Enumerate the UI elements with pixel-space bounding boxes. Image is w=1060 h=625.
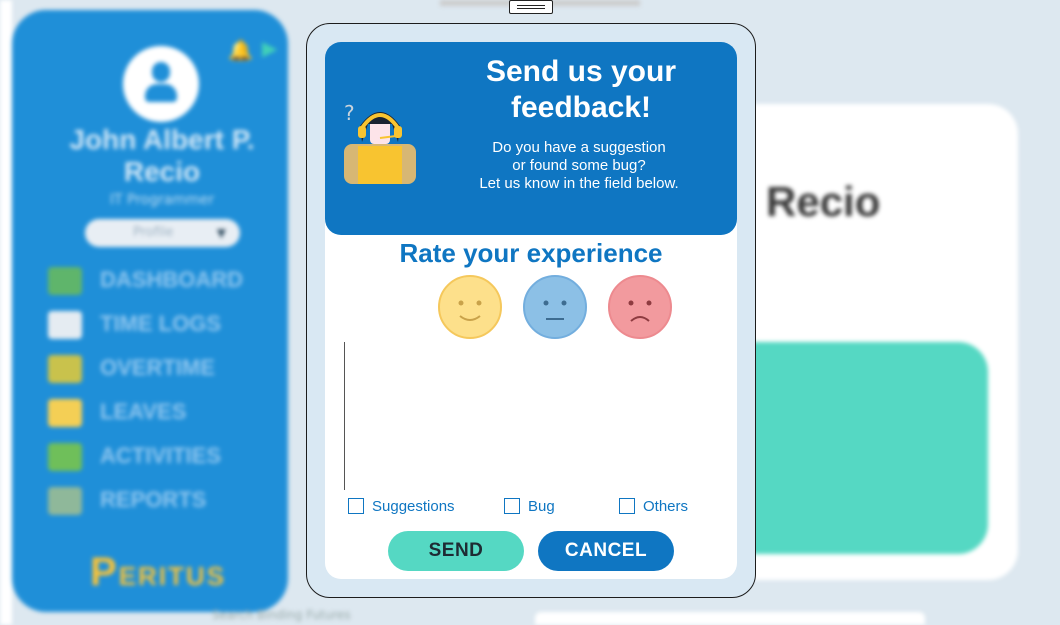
- cancel-button[interactable]: CANCEL: [538, 531, 674, 571]
- reports-icon: [48, 487, 82, 516]
- profile-name-heading: Recio: [766, 178, 881, 225]
- sidebar: 🔔 ▶ John Albert P. Recio IT Programmer P…: [12, 10, 288, 612]
- avatar-head: [152, 62, 170, 82]
- nav-label: TIME LOGS: [100, 311, 221, 336]
- checkbox-box[interactable]: [504, 498, 520, 514]
- nav-label: LEAVES: [100, 399, 187, 424]
- search-input[interactable]: Search Binding Futures: [212, 608, 351, 622]
- sad-face-icon[interactable]: [607, 274, 673, 340]
- checkbox-bug[interactable]: Bug: [504, 496, 555, 516]
- rating-title: Rate your experience: [399, 238, 663, 268]
- neutral-face-icon[interactable]: [522, 274, 588, 340]
- left-edge-panel: [0, 0, 12, 625]
- checkbox-label: Others: [643, 497, 689, 515]
- svg-text:?: ?: [344, 101, 355, 125]
- profile-dropdown[interactable]: Profile ▼: [85, 219, 240, 247]
- nav-item-dashboard[interactable]: DASHBOARD: [48, 262, 288, 298]
- clock-icon: [48, 311, 82, 340]
- modal-description: Do you have a suggestion or found some b…: [440, 139, 718, 193]
- description-line: Do you have a suggestion: [492, 139, 666, 156]
- app-window: 🔔 ▶ John Albert P. Recio IT Programmer P…: [0, 0, 1060, 625]
- nav-item-reports[interactable]: REPORTS: [48, 482, 288, 518]
- nav-item-overtime[interactable]: OVERTIME: [48, 350, 288, 386]
- description-line: Let us know in the field below.: [479, 175, 679, 192]
- send-button[interactable]: SEND: [388, 531, 524, 571]
- avatar-body: [145, 84, 177, 102]
- nav-label: DASHBOARD: [100, 267, 243, 292]
- nav-label: ACTIVITIES: [100, 443, 222, 468]
- chart-icon: [48, 267, 82, 296]
- drag-handle-top[interactable]: [509, 0, 553, 14]
- checkbox-others[interactable]: Others: [619, 496, 688, 516]
- nav-item-activities[interactable]: ACTIVITIES: [48, 438, 288, 474]
- user-name: John Albert P. Recio: [69, 124, 255, 187]
- profile-label: Profile: [133, 225, 174, 240]
- flag-icon[interactable]: ▶: [262, 36, 277, 60]
- happy-face-icon[interactable]: [437, 274, 503, 340]
- company-logo: PERITUS: [90, 550, 226, 595]
- modal-title: Send us your feedback!: [485, 55, 677, 124]
- leave-icon: [48, 399, 82, 428]
- logo-p-mark: P: [90, 550, 119, 594]
- user-role: IT Programmer: [109, 192, 215, 208]
- description-line: or found some bug?: [512, 157, 646, 174]
- logo-text: ERITUS: [118, 561, 227, 591]
- checkbox-label: Bug: [528, 497, 555, 515]
- checkbox-label: Suggestions: [372, 497, 455, 515]
- nav-item-leaves[interactable]: LEAVES: [48, 394, 288, 430]
- bottom-panel: [535, 612, 925, 625]
- activities-icon: [48, 443, 82, 472]
- nav-label: OVERTIME: [100, 355, 215, 380]
- checkbox-suggestions[interactable]: Suggestions: [348, 496, 455, 516]
- caret-down-icon: ▼: [216, 226, 226, 240]
- bell-icon[interactable]: 🔔: [228, 38, 253, 62]
- nav-label: REPORTS: [100, 487, 207, 512]
- feedback-textarea[interactable]: [344, 342, 720, 490]
- checkbox-box[interactable]: [348, 498, 364, 514]
- info-card: [716, 342, 988, 554]
- checkbox-box[interactable]: [619, 498, 635, 514]
- support-agent-icon: ?: [344, 101, 416, 184]
- nav-item-time-logs[interactable]: TIME LOGS: [48, 306, 288, 342]
- overtime-icon: [48, 355, 82, 384]
- avatar[interactable]: [123, 46, 199, 122]
